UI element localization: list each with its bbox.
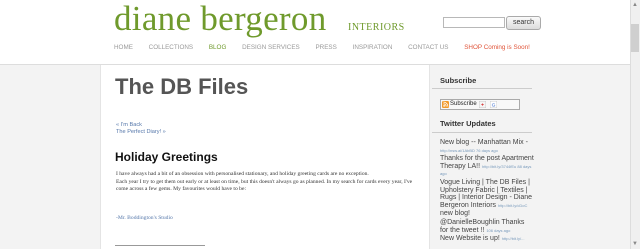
search-input[interactable] — [443, 17, 505, 28]
tweet-link[interactable]: 106 days ago — [486, 228, 510, 233]
google-reader-icon: G — [490, 101, 498, 108]
svg-text:+: + — [481, 103, 484, 108]
sidebar: Subscribe Subscribe + G Twitter Updates … — [428, 65, 534, 249]
my-yahoo-icon: + — [479, 101, 487, 108]
tweet-item: New blog -- Manhattan Mix - http://nsw.a… — [440, 139, 534, 154]
nav-item-shop[interactable]: SHOP Coming is Soon! — [464, 44, 530, 51]
tweet-link[interactable]: http://nsw.ai/1AbBD 76 days ago — [440, 148, 498, 153]
post-title: Holiday Greetings — [115, 150, 218, 164]
sidebar-divider — [432, 88, 532, 89]
nav-item-collections[interactable]: COLLECTIONS — [149, 44, 193, 51]
svg-text:G: G — [492, 103, 496, 108]
image-caption-link[interactable]: -Mr. Boddington's Studio — [116, 215, 173, 221]
subscribe-label: Subscribe — [450, 101, 477, 107]
scrollbar-thumb[interactable] — [631, 24, 639, 52]
previous-post-link[interactable]: « I'm Back — [116, 122, 142, 128]
page-title: The DB Files — [115, 74, 249, 99]
tweet-item: Thanks for the post Apartment Therapy LA… — [440, 155, 534, 178]
tweet-item: New Website is up! http://bit.ly/... — [440, 235, 534, 243]
next-post-link[interactable]: The Perfect Diary! » — [116, 129, 166, 135]
subscribe-heading: Subscribe — [440, 76, 477, 85]
site-logo[interactable]: diane bergeron — [114, 0, 327, 39]
tweet-text: New blog -- Manhattan Mix - — [440, 139, 528, 146]
main-nav: HOME COLLECTIONS BLOG DESIGN SERVICES PR… — [114, 44, 544, 56]
site-header: diane bergeron INTERIORS search HOME COL… — [0, 0, 640, 64]
post-image — [115, 245, 205, 246]
site-logo-subtitle: INTERIORS — [348, 22, 405, 33]
nav-item-press[interactable]: PRESS — [315, 44, 336, 51]
twitter-feed: New blog -- Manhattan Mix - http://nsw.a… — [440, 139, 534, 244]
nav-item-blog[interactable]: BLOG — [209, 44, 227, 51]
tweet-text: New Website is up! — [440, 235, 500, 243]
nav-item-home[interactable]: HOME — [114, 44, 133, 51]
post-paragraph: I have always had a bit of an obsession … — [116, 171, 369, 177]
nav-item-contact-us[interactable]: CONTACT US — [408, 44, 448, 51]
tweet-link[interactable]: http://bit.ly/... — [502, 236, 525, 241]
post-paragraph: Each year I try to get them out early or… — [116, 178, 413, 193]
nav-item-inspiration[interactable]: INSPIRATION — [353, 44, 393, 51]
tweet-text: new blog! — [440, 210, 470, 218]
post-body: I have always had a bit of an obsession … — [116, 171, 416, 194]
scroll-up-icon[interactable]: ▲ — [631, 1, 639, 9]
nav-item-design-services[interactable]: DESIGN SERVICES — [242, 44, 300, 51]
twitter-heading: Twitter Updates — [440, 119, 496, 128]
main-content: The DB Files « I'm Back The Perfect Diar… — [100, 65, 430, 249]
tweet-item: new blog! — [440, 210, 534, 218]
tweet-item: @DanielleBoughlin Thanks for the tweet !… — [440, 219, 534, 234]
sidebar-divider — [432, 132, 532, 133]
rss-icon — [442, 101, 449, 108]
search-button[interactable]: search — [506, 16, 541, 30]
scroll-down-icon[interactable]: ▼ — [631, 240, 639, 248]
tweet-link[interactable]: http://bit.ly/cDoC — [498, 203, 527, 208]
subscribe-button[interactable]: Subscribe + G — [440, 99, 520, 110]
tweet-text: @DanielleBoughlin Thanks for the tweet !… — [440, 218, 525, 234]
tweet-item: Vogue Living | The DB Files | Upholstery… — [440, 179, 534, 209]
